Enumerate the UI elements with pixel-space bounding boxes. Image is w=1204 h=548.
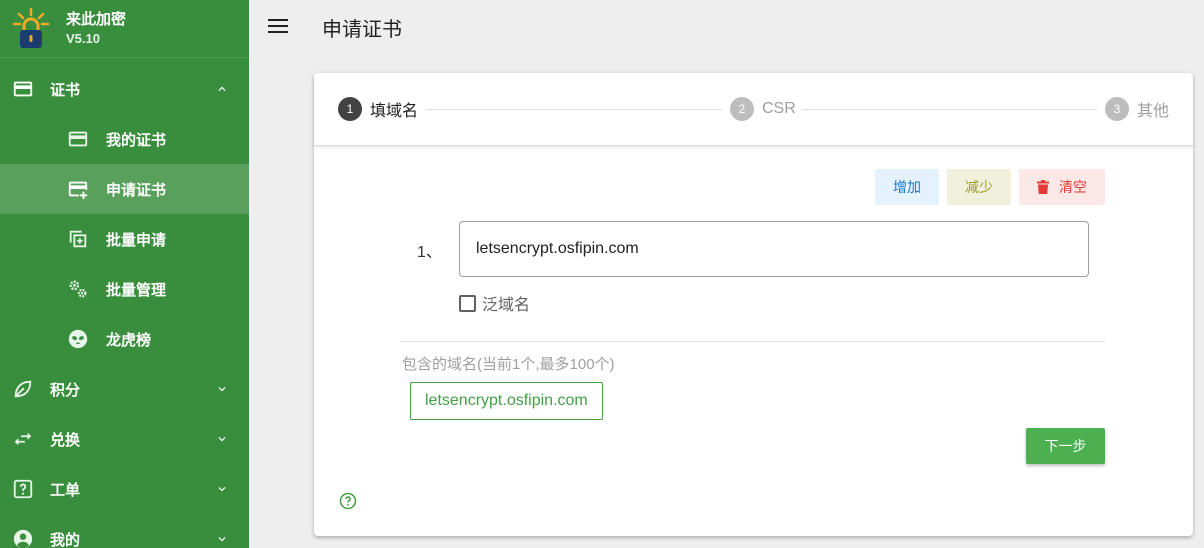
sidebar-group-ticket[interactable]: 工单 <box>0 464 249 514</box>
menu-toggle-button[interactable] <box>266 14 290 38</box>
credit-card-icon <box>12 78 34 100</box>
sidebar-group-label: 工单 <box>50 481 81 499</box>
app-name: 来此加密 <box>66 10 127 28</box>
wildcard-checkbox[interactable]: 泛域名 <box>459 291 530 315</box>
help-box-icon <box>12 478 34 500</box>
checkbox-box <box>459 294 476 312</box>
step-number: 3 <box>1105 97 1129 121</box>
sidebar-item-label: 批量管理 <box>106 281 167 299</box>
apply-cert-card: 1 填域名 2 CSR 3 其他 增加 减少 清空 1、 泛域名 包含的域名(当… <box>314 73 1193 536</box>
sidebar-group-mine[interactable]: 我的 <box>0 514 249 548</box>
sidebar-item-label: 申请证书 <box>106 181 167 199</box>
help-icon[interactable] <box>339 492 357 510</box>
domain-input[interactable] <box>459 221 1089 277</box>
step-connector <box>426 109 722 110</box>
leaf-icon <box>12 378 34 400</box>
sidebar-group-label: 积分 <box>50 381 81 399</box>
divider <box>401 341 1105 342</box>
swap-icon <box>12 428 34 450</box>
sidebar-item-apply-cert[interactable]: 申请证书 <box>0 164 249 214</box>
clear-domains-button[interactable]: 清空 <box>1019 169 1105 205</box>
next-step-button[interactable]: 下一步 <box>1026 428 1105 464</box>
add-domain-button[interactable]: 增加 <box>875 169 939 205</box>
sidebar-group-label: 兑换 <box>50 431 81 449</box>
step-label: 填域名 <box>370 103 419 120</box>
chevron-down-icon <box>218 387 226 392</box>
brand[interactable]: 来此加密 V5.10 <box>0 0 249 58</box>
sidebar: 来此加密 V5.10 证书 我的证书 申请证书 批量申请 批量管理 龙虎榜 积分… <box>0 0 249 548</box>
chevron-down-icon <box>218 487 226 492</box>
sidebar-group-label: 证书 <box>50 81 81 99</box>
sidebar-group-label: 我的 <box>50 531 81 548</box>
chevron-down-icon <box>218 437 226 442</box>
chevron-up-icon <box>218 86 226 91</box>
clear-label: 清空 <box>1059 179 1087 195</box>
sidebar-item-label: 龙虎榜 <box>106 331 152 349</box>
chevron-down-icon <box>218 537 226 542</box>
domain-chip: letsencrypt.osfipin.com <box>410 382 603 420</box>
alien-icon <box>67 328 89 350</box>
stepper: 1 填域名 2 CSR 3 其他 <box>314 73 1193 146</box>
step-other[interactable]: 3 其他 <box>1105 97 1169 121</box>
letsencrypt-logo-icon <box>12 7 50 51</box>
step-number: 2 <box>730 97 754 121</box>
sidebar-item-my-certs[interactable]: 我的证书 <box>0 114 249 164</box>
step-domain[interactable]: 1 填域名 <box>338 97 418 121</box>
hamburger-icon <box>268 19 288 33</box>
copy-plus-icon <box>67 228 89 250</box>
wildcard-label: 泛域名 <box>482 297 531 314</box>
step-csr[interactable]: 2 CSR <box>730 97 796 121</box>
remove-domain-button[interactable]: 减少 <box>947 169 1011 205</box>
step-label: CSR <box>762 100 796 117</box>
page-title: 申请证书 <box>322 19 402 41</box>
sidebar-item-label: 我的证书 <box>106 131 167 149</box>
app-version: V5.10 <box>66 30 100 46</box>
included-domains-label: 包含的域名(当前1个,最多100个) <box>402 356 615 373</box>
sidebar-item-batch-manage[interactable]: 批量管理 <box>0 264 249 314</box>
trash-icon <box>1037 180 1049 194</box>
sidebar-item-leaderboard[interactable]: 龙虎榜 <box>0 314 249 364</box>
sidebar-item-batch-apply[interactable]: 批量申请 <box>0 214 249 264</box>
sidebar-group-exchange[interactable]: 兑换 <box>0 414 249 464</box>
step-connector <box>802 109 1097 110</box>
sidebar-group-points[interactable]: 积分 <box>0 364 249 414</box>
credit-card-icon <box>67 128 89 150</box>
step-number: 1 <box>338 97 362 121</box>
step-label: 其他 <box>1137 103 1170 120</box>
sidebar-group-cert[interactable]: 证书 <box>0 64 249 114</box>
sidebar-item-label: 批量申请 <box>106 231 167 249</box>
account-circle-icon <box>12 528 34 548</box>
card-plus-icon <box>67 178 89 200</box>
domain-row-index: 1、 <box>417 244 442 261</box>
cogs-icon <box>67 278 89 300</box>
